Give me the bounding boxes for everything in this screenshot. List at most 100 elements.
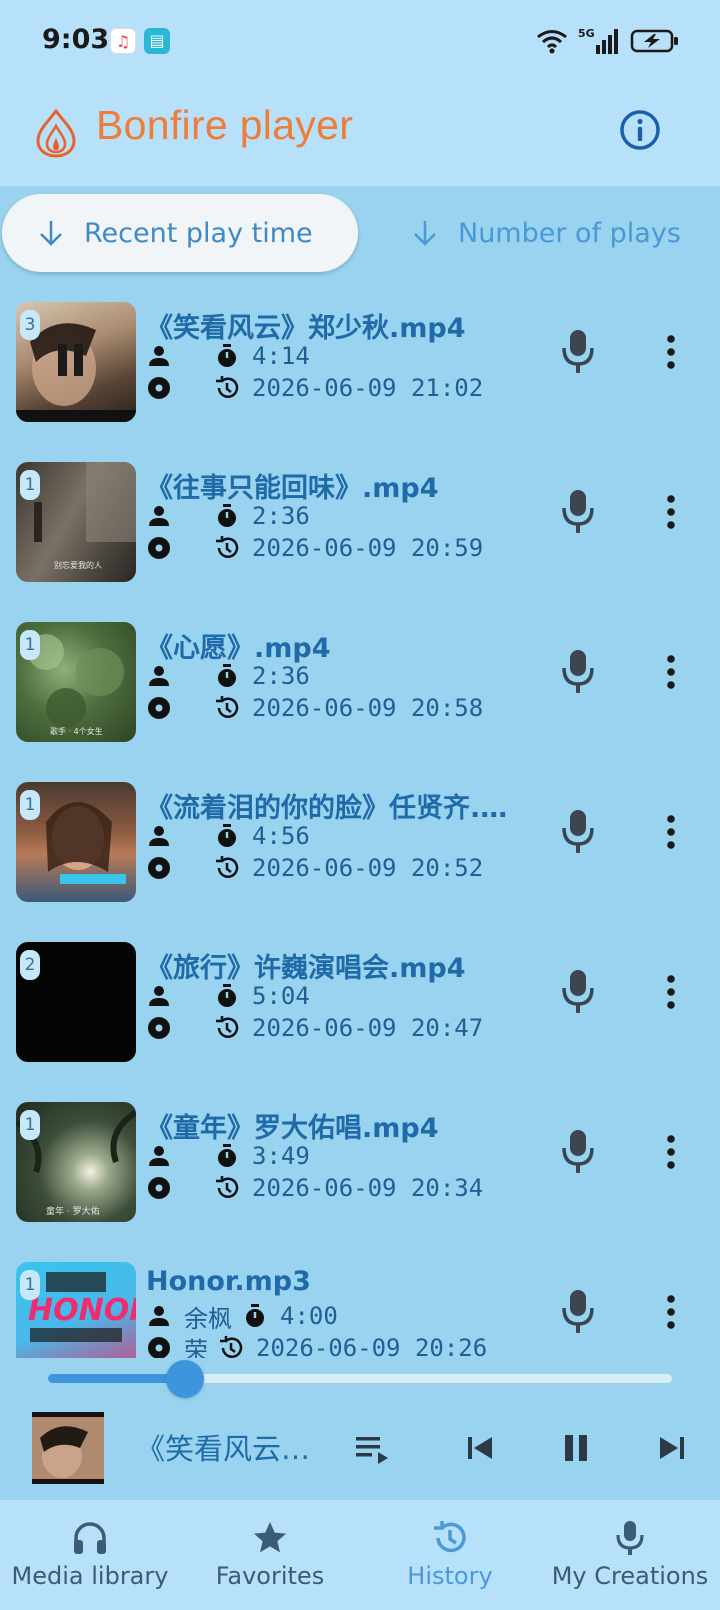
sort-options: Recent play time Number of plays [0,186,720,282]
history-icon [434,1521,466,1553]
track-duration: 2:36 [252,662,310,690]
nav-my-creations[interactable]: My Creations [540,1500,720,1610]
list-item[interactable]: 童年 · 罗大佑 1 《童年》罗大佑唱.mp4 3:49 2026-06-09 … [0,1090,720,1250]
nav-label: History [407,1562,493,1590]
list-item[interactable]: 2 《旅行》许巍演唱会.mp4 5:04 2026-06-09 20:47 [0,930,720,1090]
svg-text:5G: 5G [578,27,595,40]
timer-icon [218,344,236,367]
previous-icon[interactable] [460,1428,500,1468]
album-icon [148,537,170,559]
play-count-badge: 1 [20,630,40,660]
nav-media-library[interactable]: Media library [0,1500,180,1610]
track-duration: 5:04 [252,982,310,1010]
more-options-icon[interactable] [664,1132,678,1172]
mic-icon[interactable] [560,488,596,534]
track-meta-1: 3:49 [146,1140,310,1172]
nav-favorites[interactable]: Favorites [180,1500,360,1610]
more-options-icon[interactable] [664,1292,678,1332]
book-app-icon: ▤ [144,28,170,54]
status-indicators: 5G [536,26,680,56]
person-icon [149,1146,169,1166]
seek-progress [48,1374,186,1383]
track-meta-2: 荣 2026-06-09 20:26 [146,1332,487,1358]
nav-label: Favorites [215,1562,325,1590]
timer-icon [218,664,236,687]
next-icon[interactable] [652,1428,692,1468]
seek-bar[interactable] [48,1374,672,1383]
track-played-at: 2026-06-09 20:58 [252,694,484,722]
track-meta-2: 2026-06-09 20:34 [146,1172,483,1204]
now-playing-thumbnail[interactable] [32,1412,104,1484]
svg-text:歌手 · 4个女生: 歌手 · 4个女生 [50,726,103,736]
mic-icon[interactable] [560,648,596,694]
info-icon[interactable] [618,108,662,152]
play-count-badge: 1 [20,1110,40,1140]
arrow-down-icon [414,221,436,246]
list-item[interactable]: HONOR 1 Honor.mp3 余枫 4:00 荣 2026-06-09 2… [0,1250,720,1358]
track-album: 荣 [184,1336,208,1359]
list-item[interactable]: 3 《笑看风云》郑少秋.mp4 4:14 2026-06-09 21:02 [0,290,720,450]
track-played-at: 2026-06-09 20:47 [252,1014,484,1042]
sort-recent-play-time[interactable]: Recent play time [2,194,358,272]
battery-charging-icon [630,29,678,53]
seek-handle[interactable] [166,1360,205,1398]
headphones-icon [74,1522,106,1554]
bottom-navigation: Media library Favorites History My Creat… [0,1500,720,1610]
track-meta-2: 2026-06-09 20:47 [146,1012,483,1044]
sort-number-of-plays[interactable]: Number of plays [404,194,681,272]
album-icon [148,1337,170,1358]
mic-icon[interactable] [560,1288,596,1334]
more-options-icon[interactable] [664,652,678,692]
track-meta-1: 余枫 4:00 [146,1300,338,1333]
track-meta-1: 2:36 [146,500,310,532]
track-played-at: 2026-06-09 20:34 [252,1174,484,1202]
list-item[interactable]: 别忘爱我的人 1 《往事只能回味》.mp4 2:36 2026-06-09 20… [0,450,720,610]
mic-icon[interactable] [560,1128,596,1174]
more-options-icon[interactable] [664,332,678,372]
mic-icon[interactable] [560,328,596,374]
app-title: Bonfire player [96,102,354,148]
nav-label: Media library [11,1562,169,1590]
pause-icon[interactable] [556,1428,596,1468]
mic-icon[interactable] [560,968,596,1014]
status-time: 9:03 [42,24,110,55]
timer-icon [218,1144,236,1167]
track-meta-2: 2026-06-09 21:02 [146,372,483,404]
track-played-at: 2026-06-09 20:26 [256,1334,488,1358]
mini-player: 《笑看风云》郑少秋.mp4 [0,1358,720,1500]
sort-label: Number of plays [458,217,681,249]
wifi-icon [537,30,567,54]
sort-label: Recent play time [84,217,313,249]
more-options-icon[interactable] [664,972,678,1012]
track-artist: 余枫 [184,1304,232,1333]
list-item[interactable]: 歌手 · 4个女生 1 《心愿》.mp4 2:36 2026-06-09 20:… [0,610,720,770]
person-icon [149,986,169,1006]
play-count-badge: 3 [20,310,40,340]
history-icon [216,536,239,558]
nav-label: My Creations [551,1562,709,1590]
track-duration: 4:14 [252,342,310,370]
timer-icon [218,984,236,1007]
list-item[interactable]: 1 《流着泪的你的脸》任贤齐.mp4 4:56 2026-06-09 20:52 [0,770,720,930]
history-icon [216,376,239,398]
history-list: 3 《笑看风云》郑少秋.mp4 4:14 2026-06-09 21:02 别忘… [0,290,720,1358]
person-icon [149,1306,169,1326]
star-icon [254,1522,286,1553]
person-icon [149,666,169,686]
mic-icon[interactable] [560,808,596,854]
now-playing-title[interactable]: 《笑看风云》郑少秋.mp4 [136,1426,326,1468]
more-options-icon[interactable] [664,492,678,532]
timer-icon [218,504,236,527]
music-app-icon: ♫ [110,28,136,54]
play-count-badge: 2 [20,950,40,980]
nav-history[interactable]: History [360,1500,540,1610]
history-icon [220,1336,243,1358]
queue-icon[interactable] [352,1428,392,1468]
svg-text:别忘爱我的人: 别忘爱我的人 [54,560,102,570]
more-options-icon[interactable] [664,812,678,852]
play-count-badge: 1 [20,470,40,500]
album-icon [148,377,170,399]
svg-text:HONOR: HONOR [28,1293,136,1328]
track-title: Honor.mp3 [146,1266,311,1297]
timer-icon [218,824,236,847]
